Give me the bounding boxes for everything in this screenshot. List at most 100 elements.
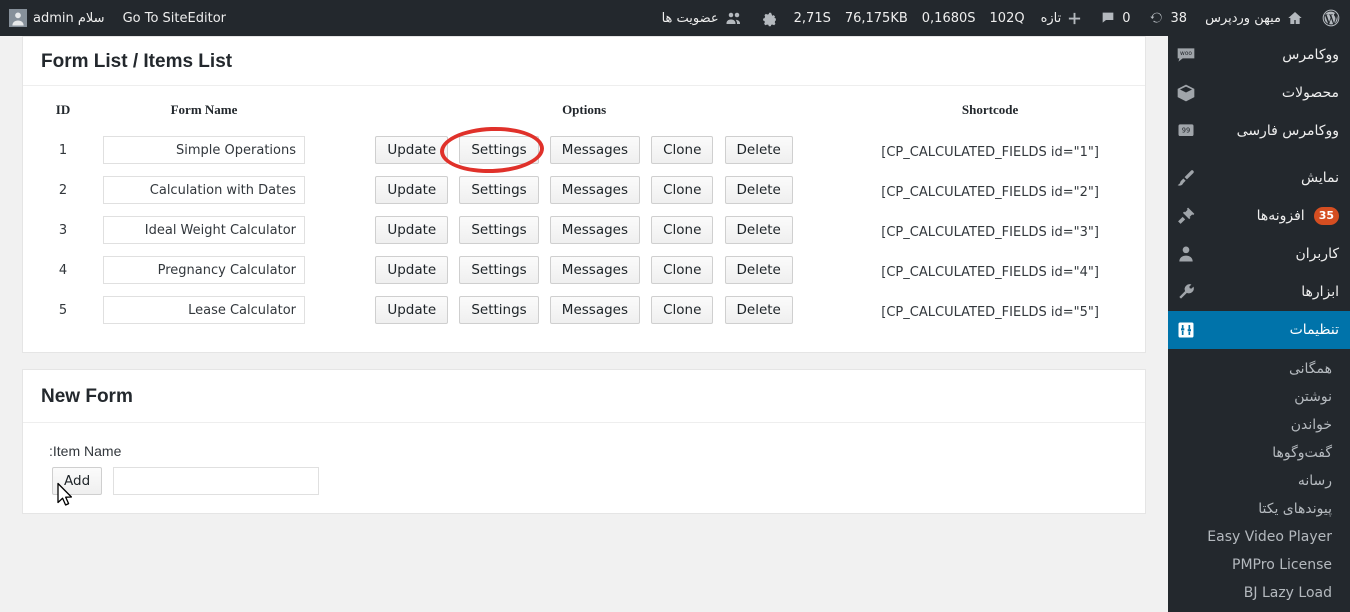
sidebar-item-tools[interactable]: ابزارها	[1168, 273, 1350, 311]
comment-icon	[1102, 12, 1114, 23]
clone-button[interactable]: Clone	[651, 176, 714, 204]
sidebar-item-woocommerce-farsi-label: ووکامرس فارسی	[1236, 123, 1339, 139]
clone-button[interactable]: Clone	[651, 136, 714, 164]
admin-bar-memberships-label: عضویت ها	[661, 10, 719, 26]
sidebar-item-plugins-badge: 35	[1313, 207, 1339, 225]
sidebar-item-settings[interactable]: تنظیمات	[1168, 311, 1350, 349]
sidebar-item-woocommerce[interactable]: ووکامرس woo	[1168, 36, 1350, 74]
delete-button[interactable]: Delete	[724, 136, 793, 164]
sidebar-item-woocommerce-label: ووکامرس	[1282, 47, 1339, 63]
form-id: 4	[58, 262, 68, 278]
new-form-header: New Form	[23, 370, 1145, 423]
update-button[interactable]: Update	[375, 296, 449, 324]
delete-button[interactable]: Delete	[724, 216, 793, 244]
settings-button-wrapper: Settings	[439, 125, 546, 175]
add-button[interactable]: Add	[52, 467, 103, 495]
admin-sidebar: ووکامرس woo محصولات ووکامرس فارسی 99 نما…	[1168, 36, 1350, 612]
sliders-icon	[1176, 320, 1196, 340]
table-row: ["CP_CALCULATED_FIELDS id="2] Delete Clo…	[37, 170, 1131, 210]
svg-text:woo: woo	[1180, 51, 1192, 57]
clone-button[interactable]: Clone	[651, 296, 714, 324]
admin-bar-new-content[interactable]: تازه	[1032, 0, 1092, 36]
form-name-input[interactable]	[103, 296, 305, 324]
form-list-panel: Form List / Items List Shortcode Options…	[22, 36, 1146, 353]
form-id: 5	[58, 302, 68, 318]
update-button[interactable]: Update	[375, 136, 449, 164]
form-id: 3	[58, 222, 68, 238]
page-title: Form List / Items List	[41, 51, 233, 72]
messages-button[interactable]: Messages	[549, 176, 640, 204]
form-name-input[interactable]	[103, 136, 305, 164]
admin-bar-site-editor-label: Go To SiteEditor	[122, 10, 226, 26]
settings-button[interactable]: Settings	[459, 176, 539, 204]
shortcode-text: ["CP_CALCULATED_FIELDS id="4]	[881, 264, 1099, 280]
form-name-input[interactable]	[103, 256, 305, 284]
update-button[interactable]: Update	[375, 176, 449, 204]
admin-bar-updates-count: 38	[1170, 10, 1188, 26]
admin-bar-my-account[interactable]: سلام admin	[0, 0, 114, 36]
update-button[interactable]: Update	[375, 256, 449, 284]
settings-button[interactable]: Settings	[459, 256, 539, 284]
box-icon	[1176, 83, 1196, 103]
item-name-row: Add	[41, 467, 1127, 495]
column-header-shortcode: Shortcode	[961, 102, 1019, 117]
admin-bar-updates[interactable]: 38	[1140, 0, 1197, 36]
sidebar-item-woocommerce-farsi[interactable]: ووکامرس فارسی 99	[1168, 112, 1350, 150]
group-icon	[726, 12, 740, 24]
messages-button[interactable]: Messages	[549, 256, 640, 284]
admin-bar-new-content-label: تازه	[1040, 10, 1062, 26]
form-name-input[interactable]	[103, 216, 305, 244]
admin-bar-queries: 102Q	[989, 10, 1025, 26]
settings-button[interactable]: Settings	[459, 136, 539, 164]
plug-icon	[1176, 206, 1196, 226]
clone-button[interactable]: Clone	[651, 216, 714, 244]
shortcode-text: ["CP_CALCULATED_FIELDS id="5]	[881, 304, 1099, 320]
quote-icon: 99	[1176, 121, 1196, 141]
sidebar-item-appearance[interactable]: نمایش	[1168, 159, 1350, 197]
sidebar-subitem-permalinks[interactable]: پیوندهای یکتا	[1168, 495, 1350, 523]
sidebar-subitem-writing[interactable]: نوشتن	[1168, 383, 1350, 411]
sidebar-item-users[interactable]: کاربران	[1168, 235, 1350, 273]
sidebar-subitem-general[interactable]: همگانی	[1168, 355, 1350, 383]
refresh-icon	[1149, 12, 1162, 23]
new-form-title: New Form	[41, 386, 133, 407]
admin-bar-comments[interactable]: 0	[1091, 0, 1139, 36]
admin-bar-right-group: میهن وردپرس 38 0 تازه 102Q 0,1680S 76,17…	[653, 0, 1350, 36]
messages-button[interactable]: Messages	[549, 296, 640, 324]
sidebar-subitem-bj-lazy-load[interactable]: BJ Lazy Load	[1168, 579, 1350, 607]
settings-button[interactable]: Settings	[459, 216, 539, 244]
form-list-table: Shortcode Options Form Name ID ["CP_CALC…	[37, 96, 1131, 330]
sidebar-subitem-easy-video-player[interactable]: Easy Video Player	[1168, 523, 1350, 551]
clone-button[interactable]: Clone	[651, 256, 714, 284]
admin-bar-wp-logo[interactable]	[1312, 0, 1350, 36]
sidebar-item-products[interactable]: محصولات	[1168, 74, 1350, 112]
brush-icon	[1176, 168, 1196, 188]
settings-button[interactable]: Settings	[459, 296, 539, 324]
table-row: ["CP_CALCULATED_FIELDS id="5] Delete Clo…	[37, 290, 1131, 330]
admin-bar-site-name[interactable]: میهن وردپرس	[1196, 0, 1312, 36]
sidebar-subitem-pmpro-license[interactable]: PMPro License	[1168, 551, 1350, 579]
admin-bar-site-editor-link[interactable]: Go To SiteEditor	[114, 0, 235, 36]
sidebar-subitem-discussion[interactable]: گفت‌وگوها	[1168, 439, 1350, 467]
delete-button[interactable]: Delete	[724, 256, 793, 284]
admin-bar-performance-gear[interactable]	[752, 0, 787, 36]
messages-button[interactable]: Messages	[549, 216, 640, 244]
gear-icon	[762, 12, 776, 26]
sidebar-subitem-media[interactable]: رسانه	[1168, 467, 1350, 495]
admin-bar-load-time: 0,1680S	[921, 10, 976, 26]
update-button[interactable]: Update	[375, 216, 449, 244]
delete-button[interactable]: Delete	[724, 296, 793, 324]
item-name-input[interactable]	[113, 467, 320, 495]
messages-button[interactable]: Messages	[549, 136, 640, 164]
admin-bar-memberships[interactable]: عضویت ها	[653, 0, 752, 36]
sidebar-item-tools-label: ابزارها	[1301, 284, 1339, 300]
admin-bar-left-group: Go To SiteEditor سلام admin	[0, 0, 235, 36]
delete-button[interactable]: Delete	[724, 176, 793, 204]
sidebar-subitem-reading[interactable]: خواندن	[1168, 411, 1350, 439]
form-list-body: Shortcode Options Form Name ID ["CP_CALC…	[23, 86, 1145, 352]
sidebar-item-plugins[interactable]: 35 افزونه‌ها	[1168, 197, 1350, 235]
item-name-label: :Item Name	[49, 443, 122, 459]
sidebar-item-products-label: محصولات	[1281, 85, 1339, 101]
form-name-input[interactable]	[103, 176, 305, 204]
shortcode-text: ["CP_CALCULATED_FIELDS id="1]	[881, 144, 1099, 160]
